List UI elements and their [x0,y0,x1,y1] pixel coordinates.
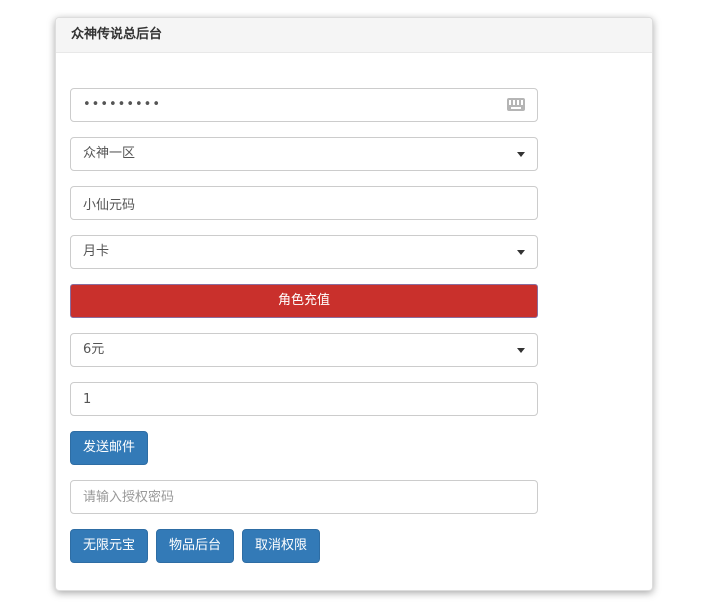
card-type-select-value: 月卡 [83,244,110,259]
item-code-input[interactable] [70,186,538,220]
unlimited-ingot-button[interactable]: 无限元宝 [70,529,149,563]
role-recharge-button[interactable]: 角色充值 [70,284,538,318]
panel-title: 众神传说总后台 [56,18,652,53]
chevron-down-icon [517,250,525,255]
amount-select-value: 6元 [83,342,105,357]
send-mail-button[interactable]: 发送邮件 [70,431,149,465]
password-field[interactable]: ••••••••• [70,88,538,122]
password-value: ••••••••• [83,97,162,112]
chevron-down-icon [517,348,525,353]
auth-password-input[interactable] [70,480,538,514]
revoke-permission-button[interactable]: 取消权限 [242,529,321,563]
item-backend-button[interactable]: 物品后台 [156,529,235,563]
server-select[interactable]: 众神一区 [70,137,538,171]
chevron-down-icon [517,152,525,157]
card-type-select[interactable]: 月卡 [70,235,538,269]
quantity-input[interactable] [70,382,538,416]
server-select-value: 众神一区 [83,146,136,161]
amount-select[interactable]: 6元 [70,333,538,367]
main-panel: 众神传说总后台 ••••••••• 众神一区 月卡 角色充值 6元 发送邮件 无… [55,17,653,591]
keyboard-icon[interactable] [507,98,525,111]
